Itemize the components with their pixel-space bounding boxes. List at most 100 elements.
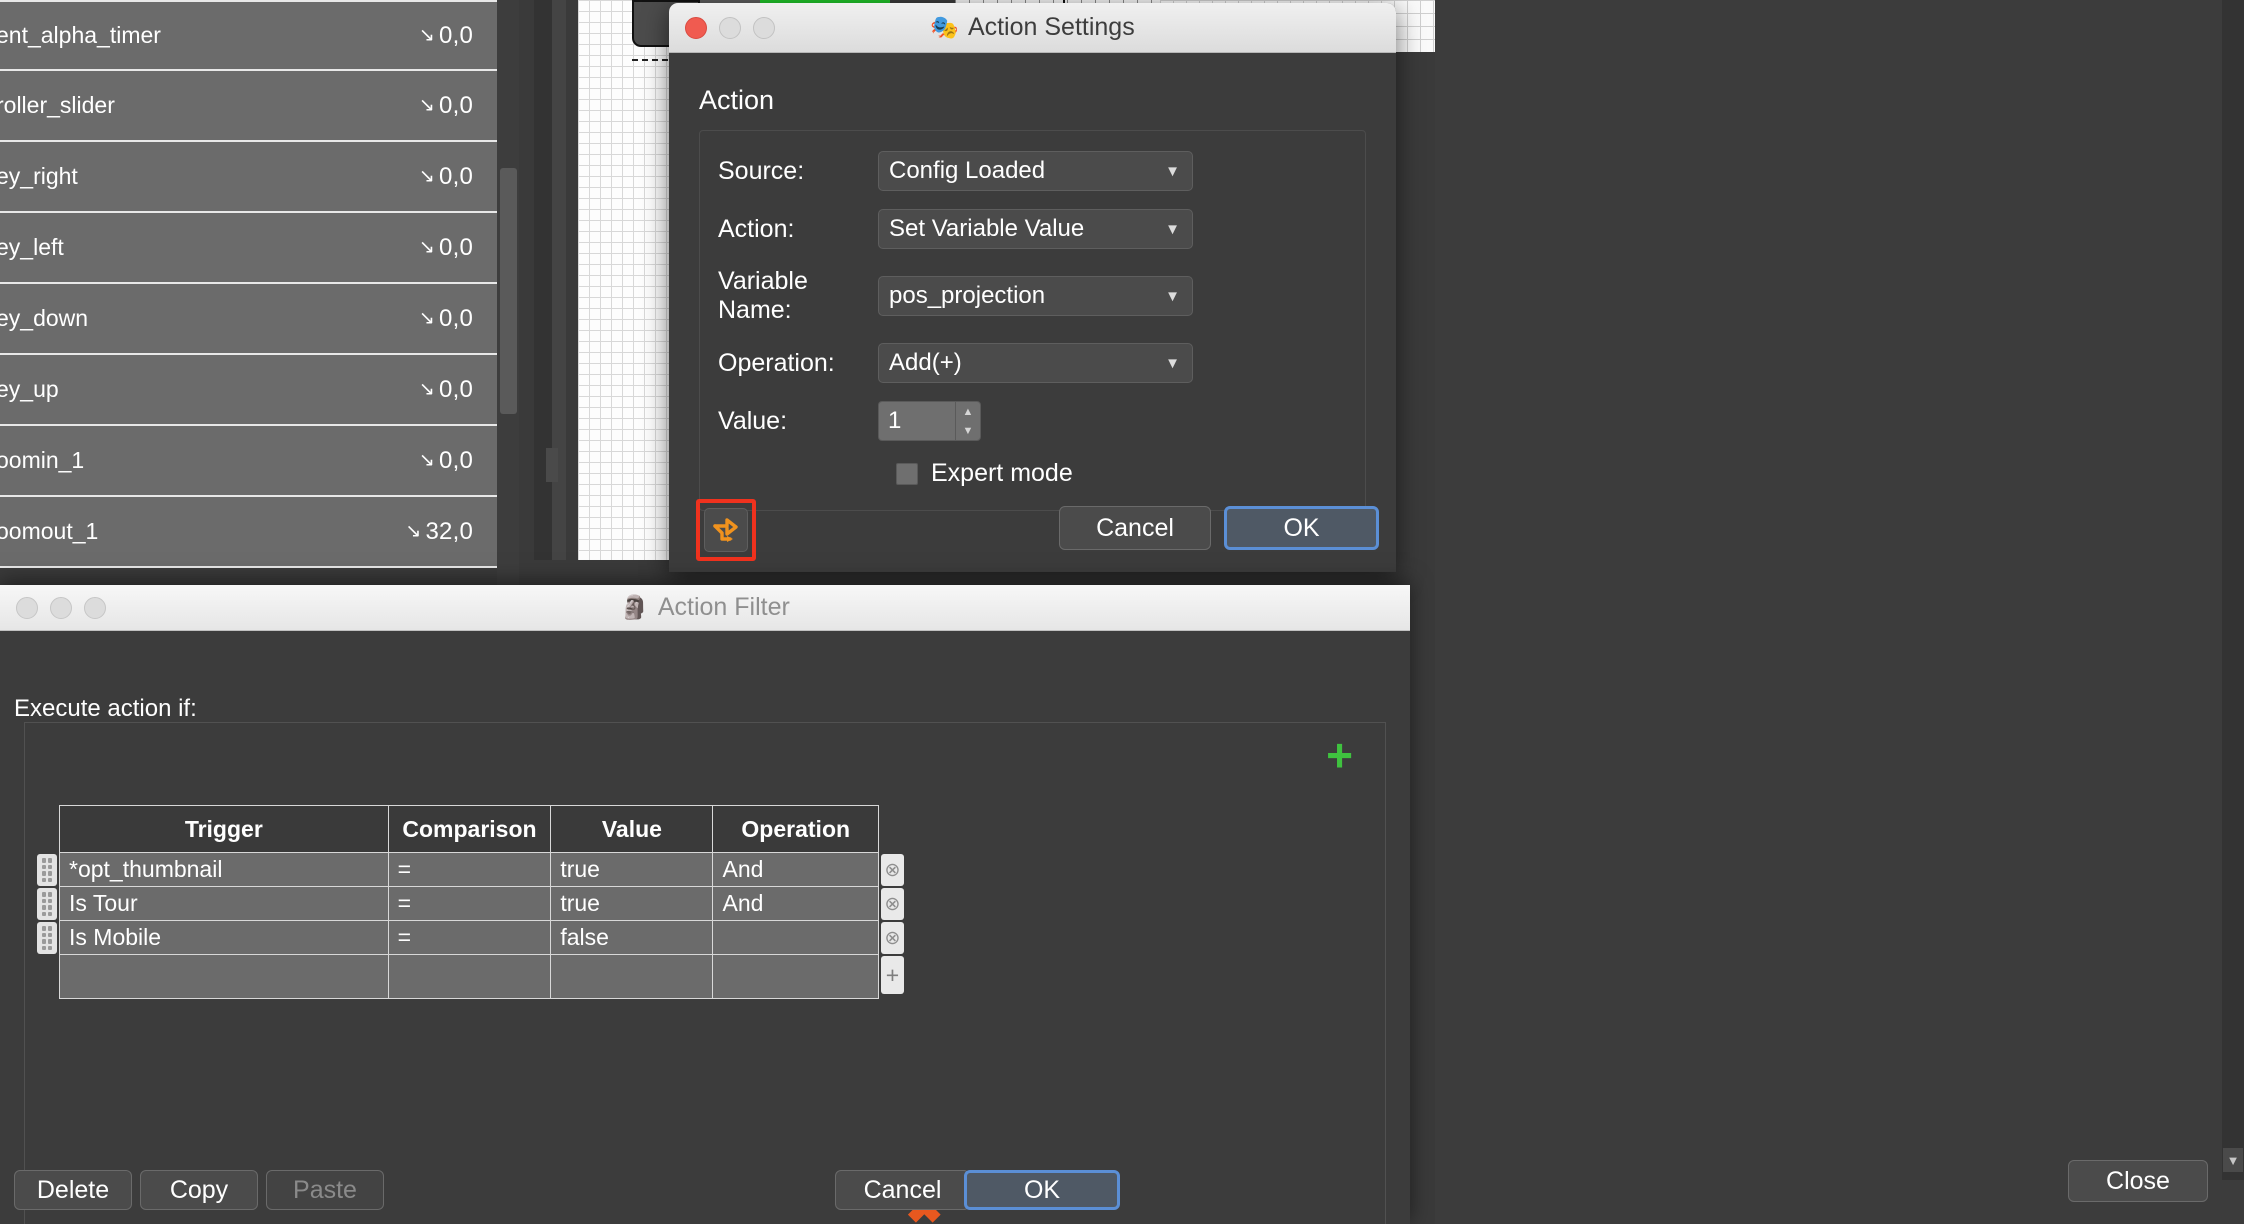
add-row-icon[interactable]: + <box>881 956 904 994</box>
operation-dropdown[interactable]: Add(+) ▼ <box>878 343 1193 383</box>
expert-mode-label: Expert mode <box>931 459 1073 487</box>
filter-comparison-cell-empty[interactable] <box>387 954 552 999</box>
value-row: Value: 1 ▲ ▼ <box>700 401 1365 441</box>
action-dropdown[interactable]: Set Variable Value ▼ <box>878 209 1193 249</box>
variable-list-item[interactable]: oomout_1 ↘ 32,0 <box>0 497 497 568</box>
table-row-empty[interactable] <box>59 954 879 999</box>
table-row[interactable]: Is Mobile = false <box>59 920 879 955</box>
operation-label: Operation: <box>718 348 835 377</box>
variable-value-text: 0,0 <box>439 162 473 190</box>
variable-list-item[interactable]: roller_slider ↘ 0,0 <box>0 71 497 142</box>
delete-button[interactable]: Delete <box>14 1170 132 1210</box>
action-filter-titlebar[interactable]: 🗿 Action Filter <box>0 585 1410 631</box>
filter-trigger-cell-empty[interactable] <box>59 954 389 999</box>
copy-button[interactable]: Copy <box>140 1170 258 1210</box>
action-filter-button[interactable] <box>704 508 748 552</box>
properties-panel-scrollbar[interactable] <box>2222 0 2244 1180</box>
variable-name: oomout_1 <box>0 518 99 544</box>
action-filter-ok-button[interactable]: OK <box>964 1170 1120 1210</box>
expert-mode-row[interactable]: Expert mode <box>700 459 1365 488</box>
close-window-button[interactable] <box>685 16 707 39</box>
action-settings-titlebar[interactable]: 🎭 Action Settings <box>669 3 1396 53</box>
value-input[interactable]: 1 <box>878 401 955 441</box>
row-drag-handle[interactable] <box>37 888 57 920</box>
chevron-down-icon: ▼ <box>1165 162 1180 180</box>
close-window-button[interactable] <box>16 596 38 619</box>
filter-operation-cell-empty[interactable] <box>712 954 879 999</box>
minimize-window-button[interactable] <box>719 16 741 39</box>
source-dropdown[interactable]: Config Loaded ▼ <box>878 151 1193 191</box>
variable-list[interactable]: ent_alpha_timer ↘ 0,0 roller_slider ↘ 0,0 ey_r… <box>0 0 497 590</box>
variable-value: ↘ 0,0 <box>419 163 473 191</box>
value-spinner-buttons[interactable]: ▲ ▼ <box>955 401 981 441</box>
stepper-down-icon[interactable]: ▼ <box>963 425 974 437</box>
row-drag-handle[interactable] <box>37 922 57 954</box>
maximize-window-button[interactable] <box>753 16 775 39</box>
expert-mode-checkbox[interactable] <box>896 462 918 485</box>
variable-list-item[interactable]: oomin_1 ↘ 0,0 <box>0 426 497 497</box>
value-stepper[interactable]: 1 ▲ ▼ <box>878 401 981 441</box>
delete-row-icon[interactable]: ⊗ <box>881 888 904 920</box>
action-value: Set Variable Value <box>889 215 1085 242</box>
filter-operation-cell[interactable]: And <box>712 886 879 921</box>
add-condition-group-icon[interactable]: + <box>1326 732 1353 778</box>
maximize-window-button[interactable] <box>84 596 106 619</box>
minimize-window-button[interactable] <box>50 596 72 619</box>
filter-operation-cell[interactable] <box>712 920 879 955</box>
variable-name-dropdown[interactable]: pos_projection ▼ <box>878 276 1193 316</box>
variable-list-item[interactable]: ent_alpha_timer ↘ 0,0 <box>0 0 497 71</box>
source-label: Source: <box>718 156 805 185</box>
variable-name: ent_alpha_timer <box>0 22 161 48</box>
editor-drag-handle[interactable] <box>546 448 558 482</box>
variable-value-text: 32,0 <box>425 517 473 545</box>
filter-comparison-cell[interactable]: = <box>387 920 552 955</box>
stepper-up-icon[interactable]: ▲ <box>963 406 974 418</box>
row-drag-handle[interactable] <box>37 854 57 886</box>
filter-value-cell[interactable]: false <box>550 920 714 955</box>
variable-name-label: Variable Name: <box>718 267 808 324</box>
filter-comparison-cell[interactable]: = <box>387 852 552 887</box>
filter-conditions-panel: + Trigger Comparison Value Operation *op… <box>24 722 1386 1224</box>
action-filter-title-text: Action Filter <box>657 593 790 621</box>
window-controls[interactable] <box>16 596 106 619</box>
variable-value: ↘ 0,0 <box>419 22 473 50</box>
variable-name: ey_left <box>0 234 64 260</box>
action-settings-ok-button[interactable]: OK <box>1224 506 1379 550</box>
filter-trigger-cell[interactable]: Is Mobile <box>59 920 389 955</box>
filter-trigger-cell[interactable]: *opt_thumbnail <box>59 852 389 887</box>
close-button[interactable]: Close <box>2068 1160 2208 1202</box>
table-row[interactable]: *opt_thumbnail = true And <box>59 852 879 887</box>
delete-row-icon[interactable]: ⊗ <box>881 922 904 954</box>
delete-row-icon[interactable]: ⊗ <box>881 854 904 886</box>
variable-list-scrollbar-thumb[interactable] <box>500 168 517 414</box>
filter-value-cell-empty[interactable] <box>550 954 714 999</box>
variable-value-text: 0,0 <box>439 91 473 119</box>
filter-operation-cell[interactable]: And <box>712 852 879 887</box>
action-row: Action: Set Variable Value ▼ <box>700 209 1365 249</box>
filter-value-cell[interactable]: true <box>550 852 714 887</box>
table-row[interactable]: Is Tour = true And <box>59 886 879 921</box>
filter-col-value: Value <box>550 805 714 853</box>
scroll-down-icon[interactable]: ▼ <box>2223 1148 2243 1172</box>
down-right-arrow-icon: ↘ <box>405 521 422 542</box>
down-right-arrow-icon: ↘ <box>418 25 436 46</box>
filter-table-header-row: Trigger Comparison Value Operation <box>59 805 879 853</box>
variable-list-item[interactable]: ey_left ↘ 0,0 <box>0 213 497 284</box>
chevron-down-icon: ▼ <box>1165 287 1180 305</box>
variable-list-item[interactable]: ey_down ↘ 0,0 <box>0 284 497 355</box>
operation-row: Operation: Add(+) ▼ <box>700 343 1365 383</box>
variable-value: ↘ 0,0 <box>419 376 473 404</box>
down-right-arrow-icon: ↘ <box>418 166 436 187</box>
action-settings-cancel-button[interactable]: Cancel <box>1059 506 1211 550</box>
variable-name: ey_down <box>0 305 89 331</box>
filter-comparison-cell[interactable]: = <box>387 886 552 921</box>
filter-value-cell[interactable]: true <box>550 886 714 921</box>
action-filter-cancel-button[interactable]: Cancel <box>835 1170 970 1210</box>
variable-name-value: pos_projection <box>889 282 1046 309</box>
variable-name: oomin_1 <box>0 447 85 473</box>
variable-list-item[interactable]: ey_up ↘ 0,0 <box>0 355 497 426</box>
window-controls[interactable] <box>685 16 775 39</box>
filter-trigger-cell[interactable]: Is Tour <box>59 886 389 921</box>
variable-value: ↘ 0,0 <box>419 447 473 475</box>
variable-list-item[interactable]: ey_right ↘ 0,0 <box>0 142 497 213</box>
